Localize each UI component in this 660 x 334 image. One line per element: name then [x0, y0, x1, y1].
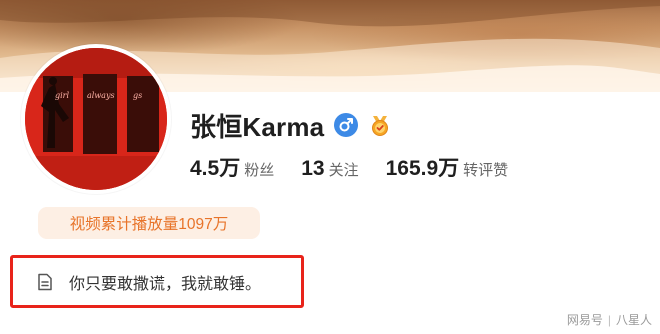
avatar[interactable]: girl always gs	[21, 44, 171, 194]
bio-text: 你只要敢撒谎，我就敢锤。	[69, 275, 262, 293]
avatar-neon-text-1: girl	[55, 91, 70, 100]
stat-label: 转评赞	[463, 162, 509, 179]
stat-followers[interactable]: 4.5万 粉丝	[190, 152, 274, 182]
avatar-neon-text-2: always	[87, 91, 115, 100]
verified-medal-icon[interactable]	[368, 113, 392, 137]
male-symbol-icon	[334, 113, 359, 137]
stat-following[interactable]: 13 关注	[301, 157, 358, 181]
stat-value: 4.5万	[190, 157, 241, 180]
document-icon	[37, 273, 53, 291]
avatar-image: girl always gs	[25, 48, 167, 190]
watermark: 网易号 | 八星人	[567, 311, 652, 328]
stat-value: 165.9万	[385, 157, 460, 180]
watermark-author: 八星人	[615, 313, 652, 327]
watermark-separator: |	[607, 312, 611, 327]
video-views-badge: 视频累计播放量1097万	[38, 207, 260, 239]
stat-label: 粉丝	[244, 162, 275, 179]
stat-value: 13	[301, 157, 325, 180]
bio-highlight-box: 你只要敢撒谎，我就敢锤。	[10, 255, 304, 308]
stats-row: 4.5万 粉丝 13 关注 165.9万 转评赞	[190, 152, 535, 182]
name-row: 张恒Karma	[190, 106, 392, 144]
user-name: 张恒Karma	[190, 111, 325, 142]
avatar-neon-text-3: gs	[133, 91, 142, 100]
watermark-source: 网易号	[566, 313, 603, 327]
stat-label: 关注	[328, 162, 359, 179]
stat-reposts-comments-likes[interactable]: 165.9万 转评赞	[386, 152, 509, 182]
